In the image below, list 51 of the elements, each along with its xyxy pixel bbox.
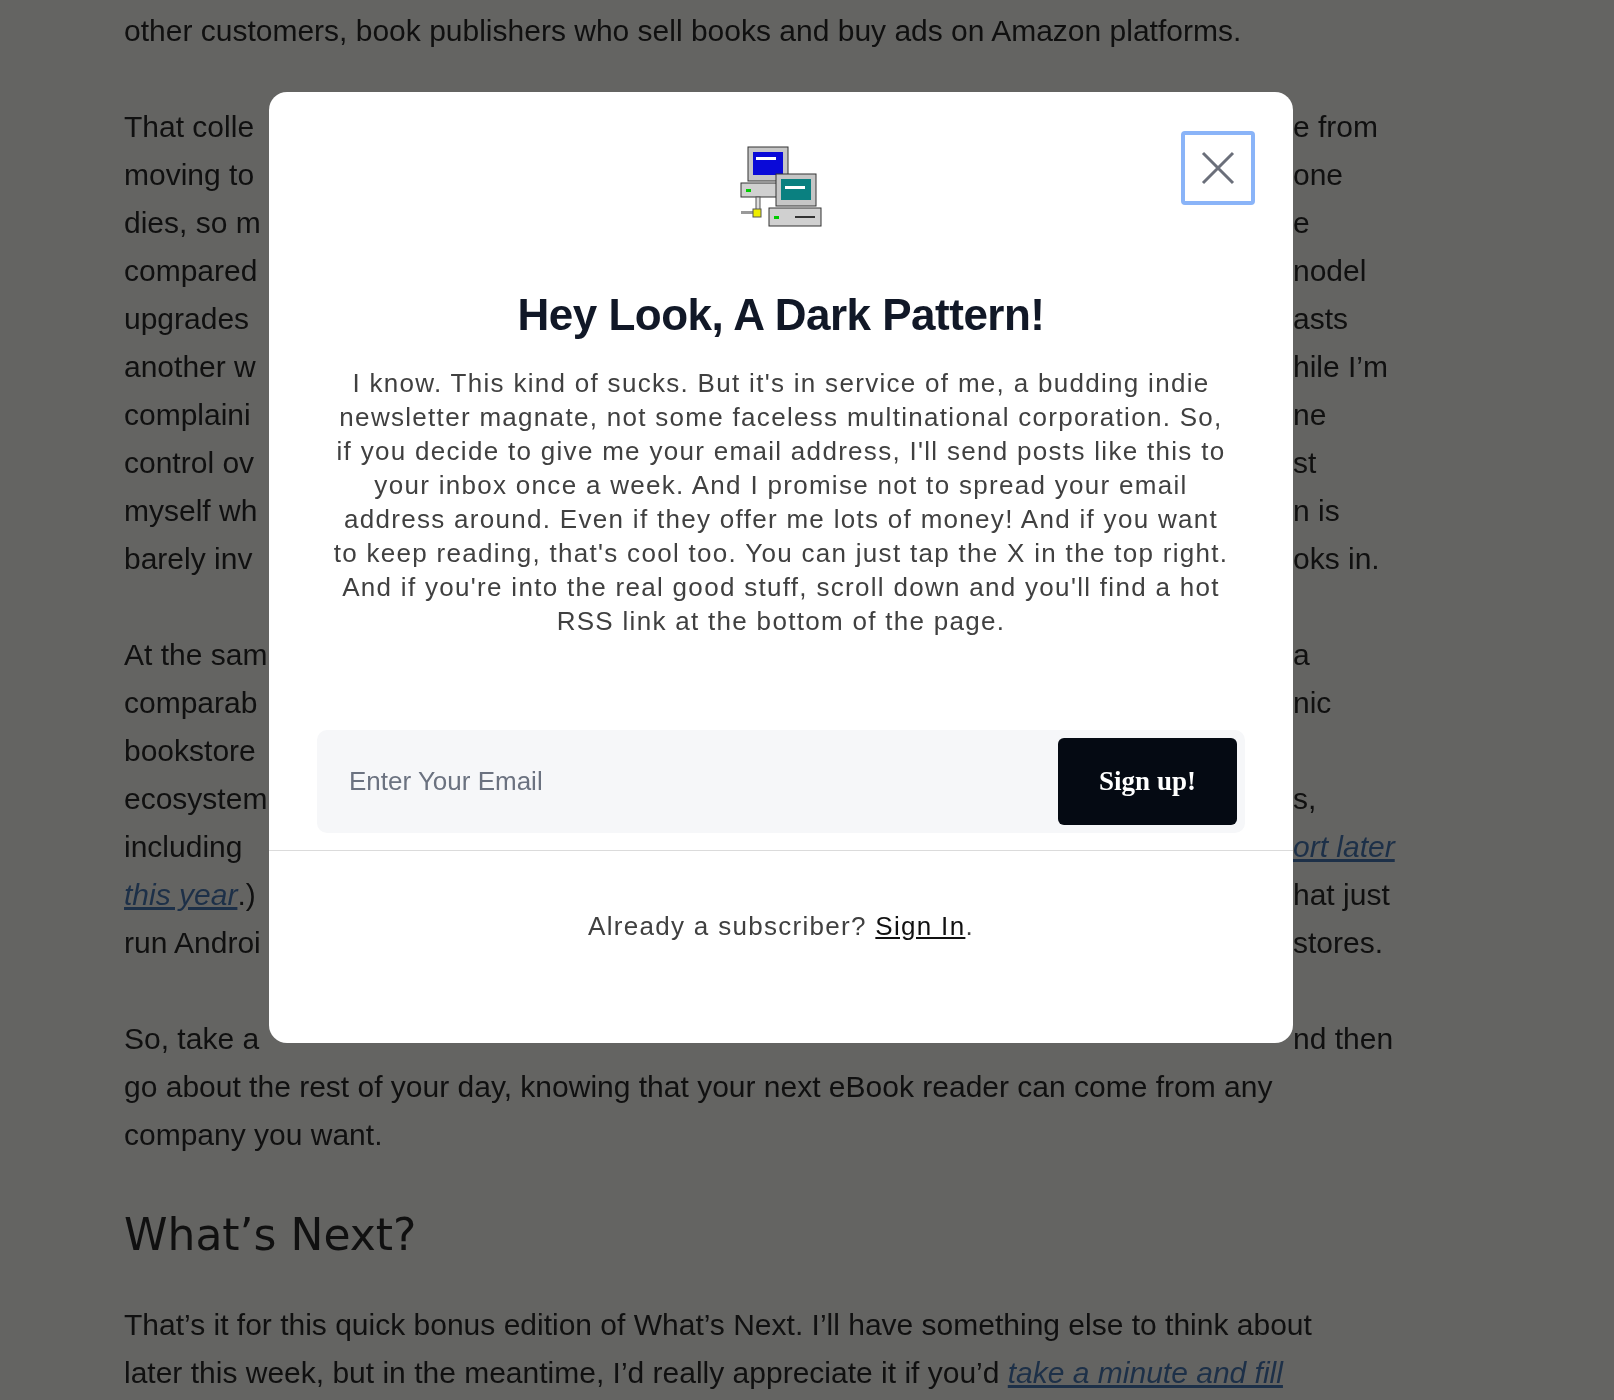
article-text: myself wh <box>124 494 258 527</box>
article-text: complaini <box>124 398 251 431</box>
close-icon <box>1201 151 1235 185</box>
article-text: hat just <box>1293 878 1390 911</box>
article-text: go about the rest of your day, knowing that your next eBook reader can come from any <box>124 1070 1273 1103</box>
article-text: company you want. <box>124 1118 383 1151</box>
article-text: ne <box>1293 398 1327 431</box>
article-text: That’s it for this quick bonus edition of What’s Next. I’ll have something else to think about <box>124 1308 1312 1341</box>
article-link[interactable]: take a minute and fill <box>1007 1356 1283 1389</box>
article-text: n is <box>1293 494 1340 527</box>
article-text: That colle <box>124 110 255 143</box>
article-text: bookstore <box>124 734 256 767</box>
article-text: .) <box>237 878 256 911</box>
section-heading: What’s Next? <box>124 1209 417 1260</box>
article-link[interactable]: this year <box>124 878 238 911</box>
article-text: comparab <box>124 686 258 719</box>
subscriber-prompt: Already a subscriber? Sign In. <box>587 909 975 943</box>
article-text: control ov <box>124 446 255 479</box>
article-text: upgrades <box>124 302 250 335</box>
article-text: ecosystem <box>124 782 268 815</box>
article-text: nodel <box>1293 254 1367 287</box>
article-text: oks in. <box>1293 542 1380 575</box>
article-text: one <box>1293 158 1344 191</box>
article-text: including <box>124 830 243 863</box>
article-text: other customers, book publishers who sell books and buy ads on Amazon platforms. <box>124 14 1242 47</box>
article-text: stores. <box>1293 926 1384 959</box>
article-text: So, take a <box>124 1022 260 1055</box>
article-text: compared <box>124 254 258 287</box>
article-text: st <box>1293 446 1317 479</box>
article-text: asts <box>1293 302 1349 335</box>
close-button[interactable] <box>1181 131 1255 205</box>
article-text: s, <box>1293 782 1317 815</box>
article-text: a <box>1293 638 1310 671</box>
article-text: nd then <box>1293 1022 1394 1055</box>
article-text: moving to <box>124 158 255 191</box>
article-text: run Androi <box>124 926 261 959</box>
modal-description: I know. This kind of sucks. But it's in service of me, a budding indie newsletter magnate, not some faceless multinational corporation. So, if you decide to give me your email address, I'll send posts like this to your inbox once a week. And I promise not to spread your email address around. Even if they offer me lots of money! And if you want to keep reading, that's cool too. You can just tap the X in the top right. And if you're into the real good stuff, scroll down and you'll find a hot RSS link at the bottom of the page. <box>332 366 1230 638</box>
article-text: another w <box>124 350 256 383</box>
article-text: e from <box>1293 110 1379 143</box>
article-text: barely inv <box>124 542 253 575</box>
sign-in-link[interactable]: Sign In <box>875 910 966 941</box>
article-text: hile I’m <box>1293 350 1389 383</box>
article-text: dies, so m <box>124 206 261 239</box>
article-text: nic <box>1293 686 1332 719</box>
sign-up-button[interactable]: Sign up! <box>1058 737 1237 825</box>
article-text: e <box>1293 206 1310 239</box>
article-link[interactable]: ort later <box>1293 830 1395 863</box>
modal-title: Hey Look, A Dark Pattern! <box>516 289 1046 341</box>
article-text: At the sam <box>124 638 268 671</box>
article-text: later this week, but in the meantime, I’d really appreciate it if you’d <box>124 1356 1001 1389</box>
networked-computers-icon <box>740 146 822 229</box>
